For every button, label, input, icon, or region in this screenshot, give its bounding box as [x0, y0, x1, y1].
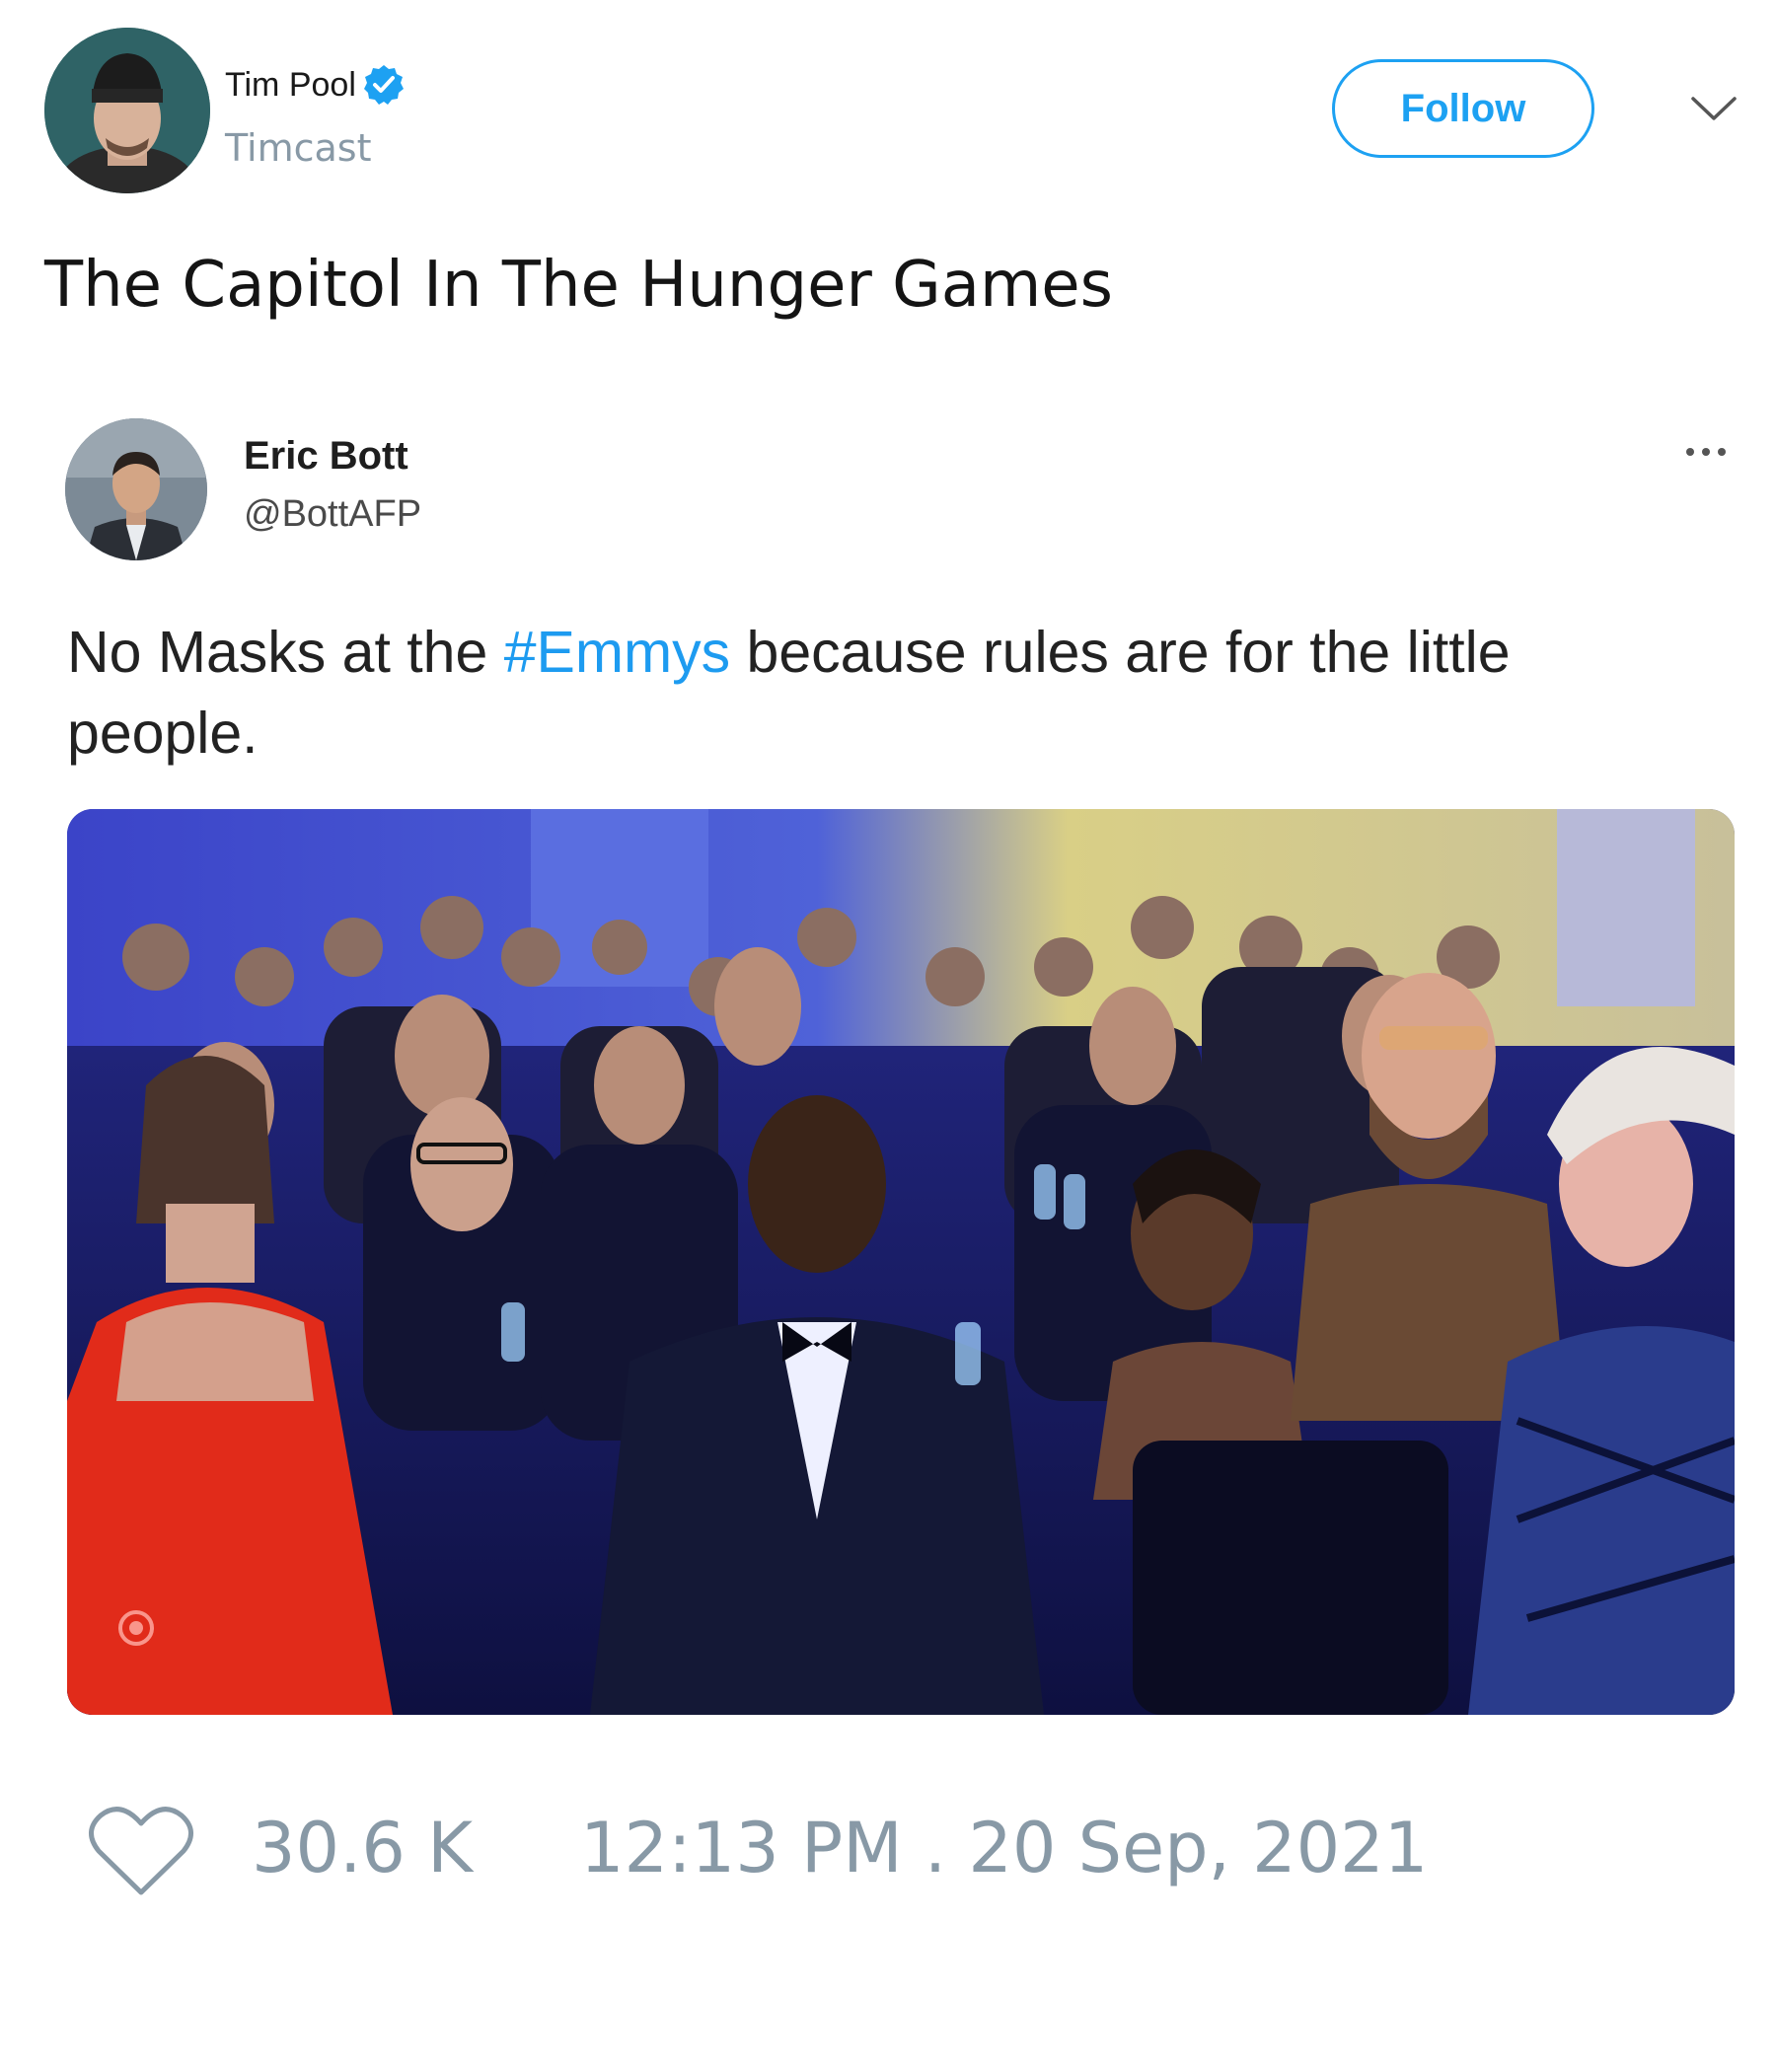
more-horizontal-icon [1682, 442, 1732, 462]
quoted-author-name: Eric Bott [244, 434, 408, 478]
verified-badge-icon [362, 63, 406, 107]
tweet-card: Tim Pool Timcast Follow The Capitol In T… [0, 0, 1776, 2072]
tweet-text: The Capitol In The Hunger Games [44, 249, 1113, 322]
hashtag-link: #Emmys [503, 620, 731, 685]
like-count[interactable]: 30.6 K [252, 1808, 473, 1888]
author-name[interactable]: Tim Pool [225, 66, 356, 105]
author-handle[interactable]: Timcast [225, 126, 372, 170]
author-avatar[interactable] [44, 28, 210, 193]
follow-button[interactable]: Follow [1332, 59, 1594, 158]
author-name-row[interactable]: Tim Pool [225, 63, 406, 107]
timestamp[interactable]: 12:13 PM . 20 Sep, 2021 [580, 1808, 1428, 1888]
chevron-down-icon[interactable] [1689, 89, 1739, 128]
heart-icon[interactable] [87, 1802, 195, 1900]
quoted-text-before: No Masks at the [67, 620, 504, 685]
tweet-photo[interactable] [67, 809, 1735, 1715]
quoted-author-avatar [65, 418, 207, 560]
quoted-tweet-text: No Masks at the #Emmys because rules are… [67, 612, 1705, 774]
quoted-author-handle: @BottAFP [244, 493, 422, 535]
